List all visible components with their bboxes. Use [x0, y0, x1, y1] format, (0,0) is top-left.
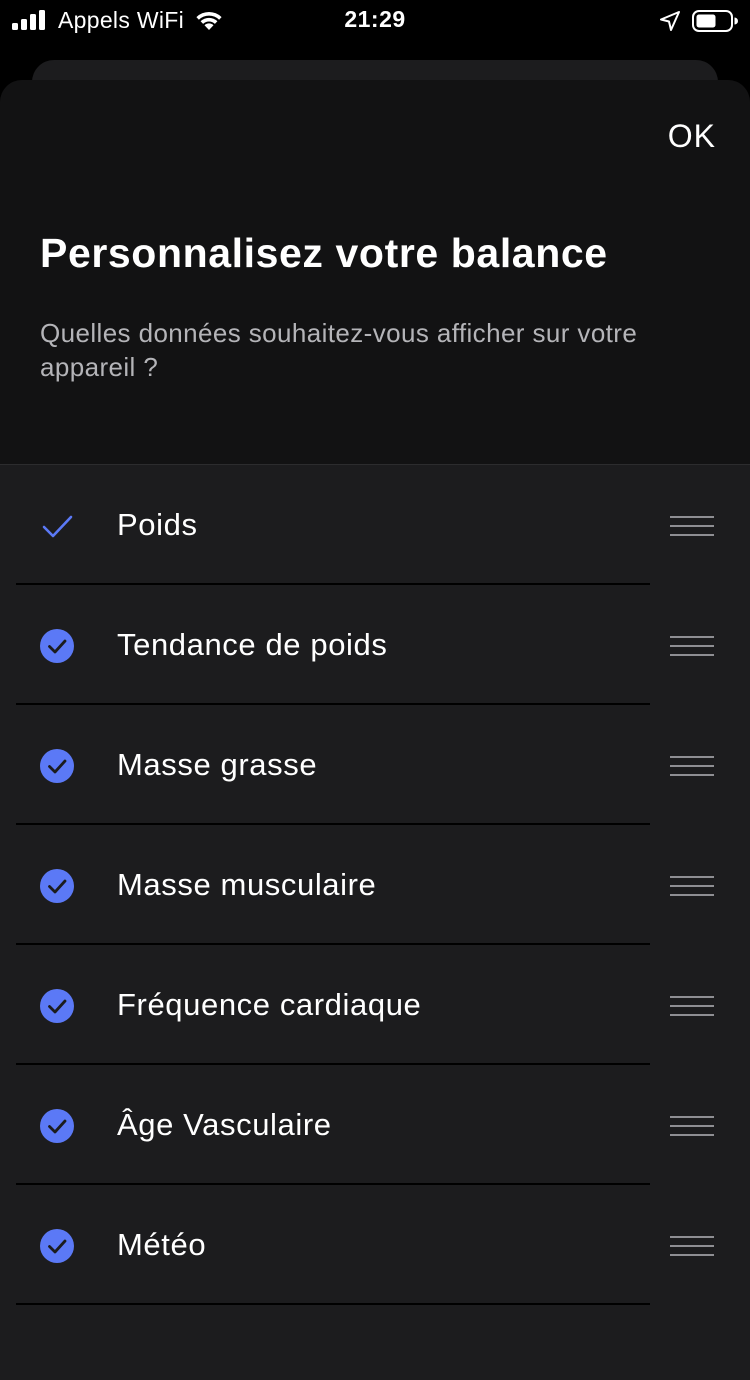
drag-handle-icon[interactable]: [670, 1115, 714, 1137]
list-item-label: Masse grasse: [117, 747, 318, 782]
list-item[interactable]: Poids: [0, 465, 750, 585]
data-list: Poids Tendance de poids Masse grasse Masse …: [0, 464, 750, 1380]
drag-handle-icon[interactable]: [670, 635, 714, 657]
checkmark-circle-icon[interactable]: [40, 989, 74, 1023]
drag-handle-icon[interactable]: [670, 755, 714, 777]
list-item-label: Tendance de poids: [117, 627, 388, 662]
drag-handle-icon[interactable]: [670, 515, 714, 537]
status-time: 21:29: [344, 6, 406, 32]
drag-handle-icon[interactable]: [670, 875, 714, 897]
list-item-label: Masse musculaire: [117, 867, 377, 902]
drag-handle-icon[interactable]: [670, 995, 714, 1017]
list-item-label: Fréquence cardiaque: [117, 987, 422, 1022]
status-bar: Appels WiFi 21:29: [0, 0, 750, 40]
list-item-label: Poids: [117, 507, 198, 542]
list-item[interactable]: Âge Vasculaire: [0, 1065, 750, 1185]
drag-handle-icon[interactable]: [670, 1235, 714, 1257]
list-item[interactable]: Masse grasse: [0, 705, 750, 825]
battery-icon: [692, 10, 738, 32]
page-subtitle: Quelles données souhaitez-vous afficher …: [40, 318, 638, 382]
customize-sheet: OK Personnalisez votre balance Quelles d…: [0, 80, 750, 1380]
location-arrow-icon: [660, 11, 680, 31]
checkmark-circle-icon[interactable]: [40, 1229, 74, 1263]
list-item[interactable]: Tendance de poids: [0, 585, 750, 705]
list-item-label: Âge Vasculaire: [117, 1107, 332, 1142]
checkmark-circle-icon[interactable]: [40, 629, 74, 663]
ok-button[interactable]: OK: [668, 118, 716, 155]
checkmark-circle-icon[interactable]: [40, 749, 74, 783]
list-item[interactable]: Fréquence cardiaque: [0, 945, 750, 1065]
page-title: Personnalisez votre balance: [40, 230, 608, 276]
list-item-label: Météo: [117, 1227, 207, 1262]
checkmark-icon[interactable]: [40, 509, 74, 543]
checkmark-circle-icon[interactable]: [40, 869, 74, 903]
status-right: [660, 8, 738, 34]
divider: [16, 1303, 650, 1305]
checkmark-circle-icon[interactable]: [40, 1109, 74, 1143]
list-item[interactable]: Météo: [0, 1185, 750, 1305]
list-item[interactable]: Masse musculaire: [0, 825, 750, 945]
